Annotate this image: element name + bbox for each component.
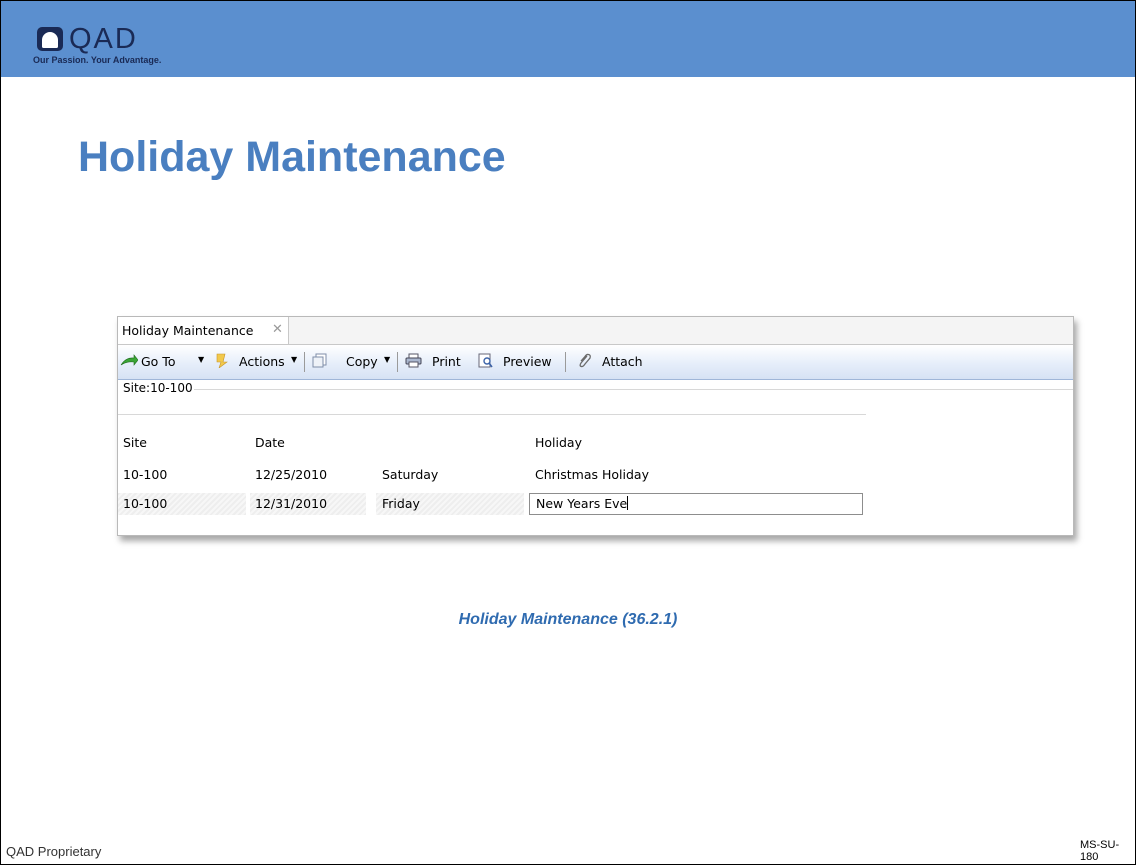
actions-button[interactable]: Actions [239,354,285,369]
cell-date: 12/25/2010 [255,467,328,482]
tab-label: Holiday Maintenance [122,323,254,338]
logo-tagline: Our Passion. Your Advantage. [33,55,162,65]
cell-site: 10-100 [123,496,168,511]
slide-caption: Holiday Maintenance (36.2.1) [458,611,678,628]
toolbar-separator [304,352,305,372]
divider [194,389,1073,390]
cell-day: Saturday [382,467,439,482]
footer-proprietary: QAD Proprietary [6,844,102,859]
cell-site: 10-100 [123,467,168,482]
actions-dropdown-icon[interactable]: ▼ [291,355,297,364]
cell-date: 12/31/2010 [255,496,328,511]
preview-button[interactable]: Preview [503,354,552,369]
table-row[interactable]: 10-100 12/25/2010 Saturday Christmas Hol… [118,464,1073,486]
footer-slide-code: MS-SU-180 [1080,839,1120,863]
app-window: Holiday Maintenance ✕ Go To ▼ Actions ▼ … [117,316,1074,536]
column-header-date: Date [255,435,285,450]
copy-dropdown-icon[interactable]: ▼ [384,355,390,364]
attach-button[interactable]: Attach [602,354,643,369]
toolbar-separator [565,352,566,372]
tab-strip: Holiday Maintenance ✕ [118,317,1073,345]
toolbar-separator [397,352,398,372]
divider [118,414,866,415]
print-button[interactable]: Print [432,354,461,369]
tab-holiday-maintenance[interactable]: Holiday Maintenance ✕ [118,317,289,344]
grid-header: Site Date Holiday [118,435,1073,453]
cell-day: Friday [382,496,420,511]
cell-holiday: Christmas Holiday [535,467,649,482]
column-header-site: Site [123,435,147,450]
actions-icon [216,353,228,368]
copy-icon [312,353,327,368]
toolbar: Go To ▼ Actions ▼ Copy ▼ Print Preview A… [118,345,1073,380]
preview-icon [478,353,493,368]
site-group-label: Site:10-100 [123,381,193,395]
close-icon[interactable]: ✕ [272,322,283,337]
printer-icon [405,353,422,368]
slide-title: Holiday Maintenance [78,133,506,181]
holiday-input-value: New Years Eve [536,496,628,511]
goto-button[interactable]: Go To [141,354,175,369]
paperclip-icon [579,353,591,368]
goto-dropdown-icon[interactable]: ▼ [198,355,204,364]
column-header-holiday: Holiday [535,435,582,450]
qad-logo-icon [37,27,63,51]
header-band: QAD Our Passion. Your Advantage. [1,1,1135,77]
holiday-input[interactable]: New Years Eve [529,493,863,515]
goto-arrow-icon [120,354,138,366]
copy-button[interactable]: Copy [346,354,378,369]
table-row[interactable]: 10-100 12/31/2010 Friday New Years Eve [118,493,1073,515]
logo-word: QAD [69,23,138,55]
